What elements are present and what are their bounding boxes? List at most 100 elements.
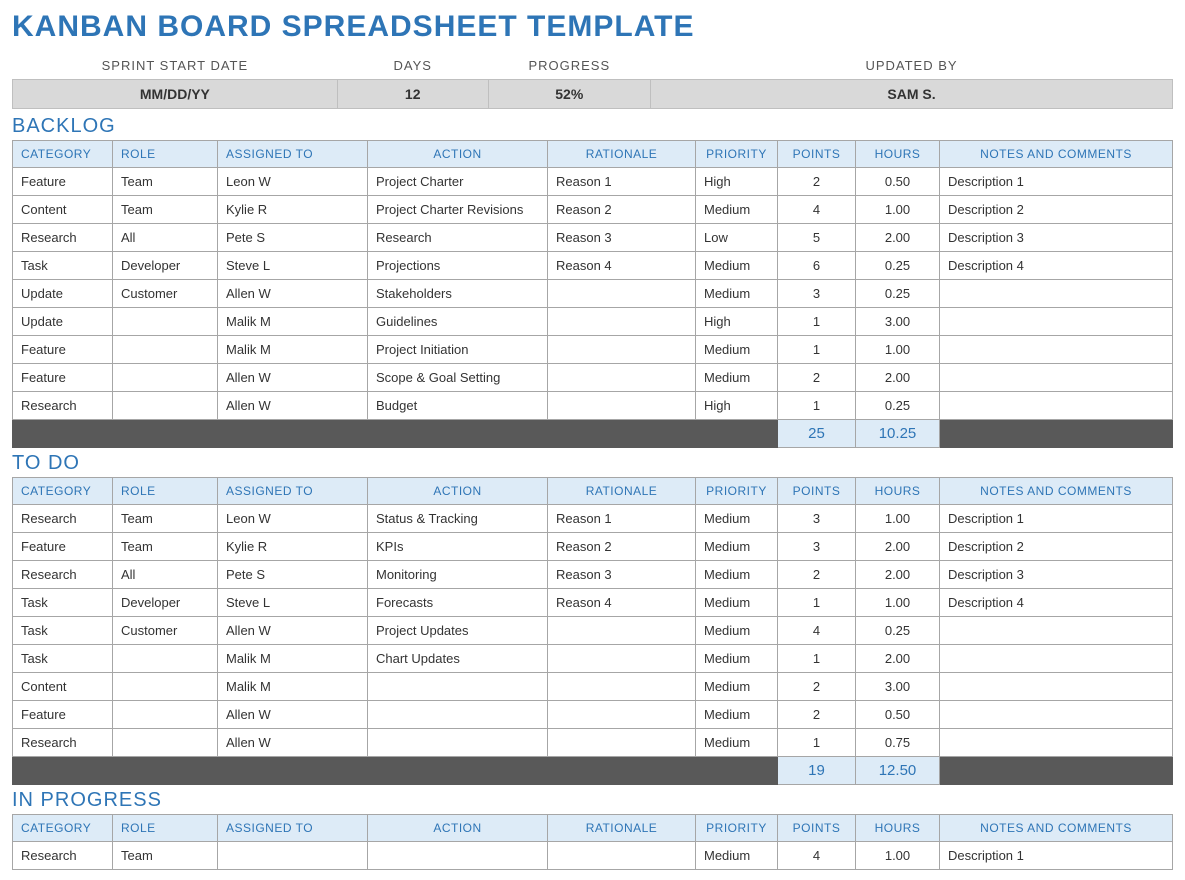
cell-points[interactable]: 6 — [778, 252, 856, 280]
cell-assigned[interactable]: Malik M — [218, 308, 368, 336]
cell-points[interactable]: 4 — [778, 196, 856, 224]
meta-value-updated[interactable]: SAM S. — [650, 80, 1172, 109]
cell-notes[interactable] — [940, 308, 1173, 336]
cell-notes[interactable] — [940, 645, 1173, 673]
cell-role[interactable] — [113, 645, 218, 673]
cell-points[interactable]: 2 — [778, 673, 856, 701]
cell-category[interactable]: Feature — [13, 364, 113, 392]
cell-category[interactable]: Content — [13, 196, 113, 224]
cell-assigned[interactable]: Allen W — [218, 729, 368, 757]
cell-hours[interactable]: 3.00 — [856, 308, 940, 336]
cell-category[interactable]: Research — [13, 505, 113, 533]
cell-category[interactable]: Feature — [13, 533, 113, 561]
cell-action[interactable] — [368, 729, 548, 757]
cell-action[interactable]: Project Initiation — [368, 336, 548, 364]
cell-hours[interactable]: 1.00 — [856, 505, 940, 533]
cell-action[interactable]: Stakeholders — [368, 280, 548, 308]
cell-category[interactable]: Task — [13, 645, 113, 673]
cell-action[interactable]: KPIs — [368, 533, 548, 561]
cell-hours[interactable]: 2.00 — [856, 533, 940, 561]
cell-rationale[interactable]: Reason 1 — [548, 505, 696, 533]
cell-priority[interactable]: Medium — [696, 729, 778, 757]
cell-category[interactable]: Task — [13, 617, 113, 645]
cell-role[interactable] — [113, 701, 218, 729]
cell-action[interactable]: Forecasts — [368, 589, 548, 617]
cell-points[interactable]: 2 — [778, 701, 856, 729]
cell-points[interactable]: 1 — [778, 336, 856, 364]
cell-rationale[interactable] — [548, 645, 696, 673]
cell-notes[interactable] — [940, 280, 1173, 308]
cell-hours[interactable]: 0.50 — [856, 701, 940, 729]
cell-rationale[interactable] — [548, 280, 696, 308]
cell-rationale[interactable]: Reason 3 — [548, 561, 696, 589]
cell-hours[interactable]: 3.00 — [856, 673, 940, 701]
cell-notes[interactable] — [940, 336, 1173, 364]
cell-points[interactable]: 1 — [778, 392, 856, 420]
cell-action[interactable] — [368, 673, 548, 701]
cell-hours[interactable]: 1.00 — [856, 589, 940, 617]
cell-priority[interactable]: Medium — [696, 505, 778, 533]
cell-rationale[interactable] — [548, 673, 696, 701]
cell-rationale[interactable]: Reason 2 — [548, 196, 696, 224]
cell-rationale[interactable]: Reason 4 — [548, 252, 696, 280]
cell-priority[interactable]: Medium — [696, 701, 778, 729]
cell-assigned[interactable] — [218, 842, 368, 870]
cell-category[interactable]: Research — [13, 224, 113, 252]
cell-notes[interactable] — [940, 701, 1173, 729]
cell-notes[interactable]: Description 1 — [940, 842, 1173, 870]
cell-category[interactable]: Task — [13, 252, 113, 280]
cell-priority[interactable]: Medium — [696, 589, 778, 617]
cell-assigned[interactable]: Steve L — [218, 252, 368, 280]
cell-category[interactable]: Feature — [13, 168, 113, 196]
cell-category[interactable]: Research — [13, 842, 113, 870]
cell-hours[interactable]: 1.00 — [856, 842, 940, 870]
cell-notes[interactable]: Description 1 — [940, 505, 1173, 533]
cell-assigned[interactable]: Allen W — [218, 701, 368, 729]
cell-action[interactable]: Project Charter Revisions — [368, 196, 548, 224]
cell-assigned[interactable]: Allen W — [218, 392, 368, 420]
cell-notes[interactable] — [940, 364, 1173, 392]
cell-rationale[interactable]: Reason 4 — [548, 589, 696, 617]
cell-priority[interactable]: Medium — [696, 196, 778, 224]
cell-assigned[interactable]: Pete S — [218, 561, 368, 589]
cell-action[interactable] — [368, 842, 548, 870]
cell-priority[interactable]: Medium — [696, 842, 778, 870]
cell-points[interactable]: 1 — [778, 729, 856, 757]
cell-action[interactable]: Status & Tracking — [368, 505, 548, 533]
cell-priority[interactable]: Medium — [696, 252, 778, 280]
cell-assigned[interactable]: Pete S — [218, 224, 368, 252]
cell-category[interactable]: Feature — [13, 701, 113, 729]
cell-role[interactable]: Customer — [113, 280, 218, 308]
cell-points[interactable]: 3 — [778, 505, 856, 533]
cell-hours[interactable]: 2.00 — [856, 561, 940, 589]
cell-action[interactable]: Project Updates — [368, 617, 548, 645]
cell-points[interactable]: 2 — [778, 561, 856, 589]
cell-role[interactable]: Team — [113, 533, 218, 561]
meta-value-start[interactable]: MM/DD/YY — [13, 80, 338, 109]
cell-rationale[interactable]: Reason 2 — [548, 533, 696, 561]
cell-hours[interactable]: 1.00 — [856, 336, 940, 364]
cell-hours[interactable]: 0.75 — [856, 729, 940, 757]
cell-notes[interactable]: Description 3 — [940, 561, 1173, 589]
cell-priority[interactable]: High — [696, 168, 778, 196]
cell-points[interactable]: 3 — [778, 280, 856, 308]
cell-priority[interactable]: Medium — [696, 617, 778, 645]
cell-role[interactable] — [113, 308, 218, 336]
cell-notes[interactable]: Description 2 — [940, 533, 1173, 561]
cell-role[interactable]: Team — [113, 842, 218, 870]
cell-action[interactable]: Research — [368, 224, 548, 252]
cell-role[interactable]: Team — [113, 505, 218, 533]
cell-hours[interactable]: 0.25 — [856, 252, 940, 280]
cell-action[interactable]: Guidelines — [368, 308, 548, 336]
cell-rationale[interactable]: Reason 1 — [548, 168, 696, 196]
cell-notes[interactable] — [940, 392, 1173, 420]
cell-rationale[interactable] — [548, 617, 696, 645]
cell-action[interactable]: Projections — [368, 252, 548, 280]
cell-assigned[interactable]: Allen W — [218, 364, 368, 392]
cell-hours[interactable]: 0.25 — [856, 280, 940, 308]
cell-notes[interactable] — [940, 729, 1173, 757]
cell-action[interactable]: Scope & Goal Setting — [368, 364, 548, 392]
cell-action[interactable]: Monitoring — [368, 561, 548, 589]
cell-assigned[interactable]: Leon W — [218, 505, 368, 533]
cell-role[interactable]: All — [113, 224, 218, 252]
